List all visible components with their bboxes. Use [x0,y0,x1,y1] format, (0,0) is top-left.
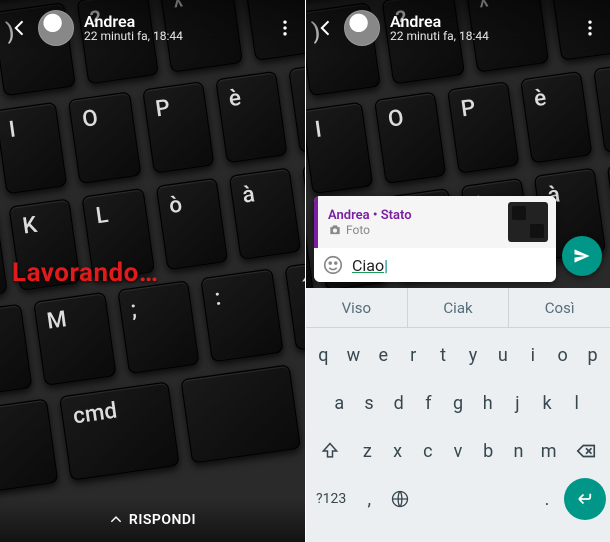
quoted-status[interactable]: Andrea • Stato Foto [314,196,556,248]
key-d[interactable]: d [385,382,412,424]
key-a[interactable]: a [326,382,353,424]
key-row: q w e r t y u i o p [310,334,606,376]
key-s[interactable]: s [356,382,383,424]
status-header: Andrea 22 minuti fa, 18:44 [0,0,305,56]
suggestion[interactable]: Così [508,288,610,327]
soft-keyboard: Viso Ciak Così q w e r t y u i o p a s d… [306,288,610,542]
key-i[interactable]: i [519,334,546,376]
backspace-key[interactable] [565,430,606,472]
key-q[interactable]: q [310,334,337,376]
back-button[interactable] [314,16,338,40]
emoji-button[interactable] [322,254,344,276]
send-button[interactable] [562,236,602,276]
status-caption: Lavorando… [0,258,305,288]
key-g[interactable]: g [445,382,472,424]
key-l[interactable]: l [563,382,590,424]
key-t[interactable]: t [430,334,457,376]
period-key[interactable]: . [533,478,561,520]
key-y[interactable]: y [460,334,487,376]
suggestion-bar: Viso Ciak Così [306,288,610,328]
suggestion[interactable]: Viso [306,288,407,327]
key-row: z x c v b n m [310,430,606,472]
key-p[interactable]: p [579,334,606,376]
key-e[interactable]: e [370,334,397,376]
key-row: ?123 , . [310,478,606,520]
symbols-key[interactable]: ?123 [310,478,352,520]
quote-meta: Foto [346,223,370,237]
back-button[interactable] [8,16,32,40]
key-h[interactable]: h [474,382,501,424]
status-header: Andrea 22 minuti fa, 18:44 [306,0,610,56]
contact-avatar[interactable] [344,10,380,46]
contact-name: Andrea [390,13,578,31]
status-footer: RISPONDI [0,498,305,542]
status-timestamp: 22 minuti fa, 18:44 [84,30,273,43]
shift-key[interactable] [310,430,351,472]
status-reply-pane: ▶▶ F9 ()?^ UIOPè JKLòà§ Andrea 22 minuti… [305,0,610,542]
message-input[interactable]: Ciao [352,256,548,275]
key-k[interactable]: k [534,382,561,424]
key-row: a s d f g h j k l [310,382,606,424]
key-n[interactable]: n [505,430,532,472]
status-view-pane: ▶▶ F9 ()?^ UIOPè JKLòà§ NM;:⇧ ⌘cmd Andre… [0,0,305,542]
key-m[interactable]: m [535,430,562,472]
more-options-button[interactable] [273,16,297,40]
key-o[interactable]: o [549,334,576,376]
reply-button[interactable]: RISPONDI [109,512,196,528]
more-options-button[interactable] [578,16,602,40]
reply-label: RISPONDI [129,512,196,528]
key-b[interactable]: b [475,430,502,472]
suggestion[interactable]: Ciak [407,288,509,327]
key-v[interactable]: v [444,430,471,472]
comma-key[interactable]: , [355,478,383,520]
key-u[interactable]: u [489,334,516,376]
key-f[interactable]: f [415,382,442,424]
quote-thumbnail [508,202,548,242]
language-key[interactable] [386,478,414,520]
space-key[interactable] [417,478,529,520]
key-j[interactable]: j [504,382,531,424]
key-w[interactable]: w [340,334,367,376]
quote-author: Andrea • Stato [328,208,500,223]
enter-key[interactable] [564,478,606,520]
photo-icon [328,223,342,237]
reply-input-card: Andrea • Stato Foto Ciao [314,196,556,282]
contact-name: Andrea [84,13,273,31]
key-z[interactable]: z [354,430,381,472]
contact-avatar[interactable] [38,10,74,46]
key-r[interactable]: r [400,334,427,376]
status-timestamp: 22 minuti fa, 18:44 [390,30,578,43]
key-x[interactable]: x [384,430,411,472]
key-c[interactable]: c [414,430,441,472]
